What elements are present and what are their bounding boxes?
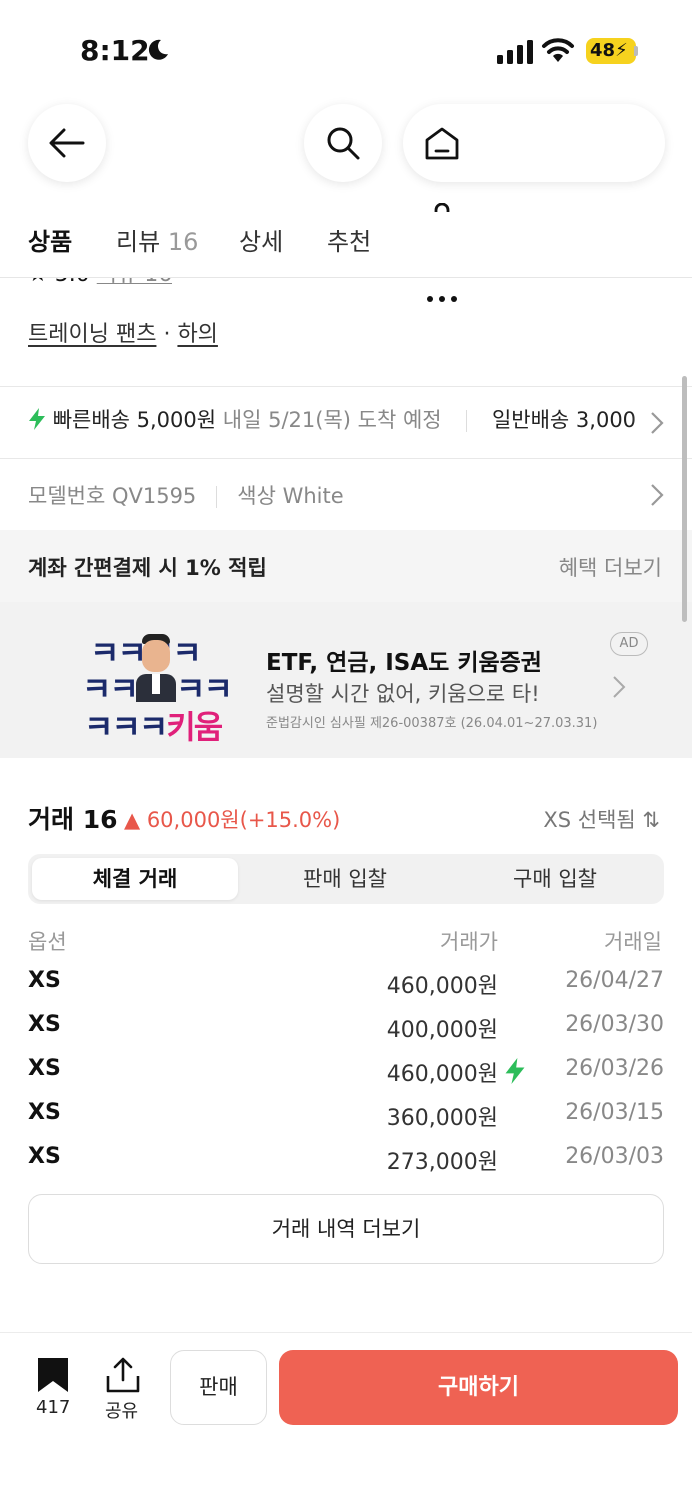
bookmark-icon[interactable] [37,1357,69,1393]
ad-logo-line: ㅋㅋㅋ [84,708,168,746]
subcategory-link[interactable]: 하의 [177,322,217,347]
category-separator: · [163,322,171,347]
home-button[interactable] [403,104,481,182]
shipping-separator [466,410,468,432]
nav-pill [403,104,665,302]
back-button[interactable] [28,104,106,182]
row-date: 26/03/26 [565,1056,664,1081]
model-number: 모델번호 QV1595 [28,484,197,508]
trade-title: 거래 16 [28,805,118,834]
table-row: XS 273,000원 26/03/03 [28,1144,664,1184]
trade-history-more-button[interactable]: 거래 내역 더보기 [28,1194,664,1264]
row-price: 460,000원 [386,1062,498,1087]
category-breadcrumb: 트레이닝 팬츠 · 하의 [28,316,218,348]
color-label: 색상 White [237,484,344,508]
shipping-row[interactable]: 빠른배송 5,000원 내일 5/21(목) 도착 예정 일반배송 3,000 [28,404,692,444]
battery-indicator: 48⚡ [586,38,636,64]
ad-logo: ㅋㅋㅋㅋ ㅋㅋ ㅋㅋ ㅋㅋㅋ키움 [82,628,233,746]
row-option: XS [28,968,61,993]
row-price: 460,000원 [386,974,498,999]
table-row: XS 360,000원 26/03/15 [28,1100,664,1140]
bolt-icon [505,1058,525,1084]
row-option: XS [28,1056,61,1081]
ad-legal-text: 준법감시인 심사필 제26-00387호 (26.04.01~27.03.31) [266,716,598,731]
ad-person-image [134,634,178,702]
tab-recommend[interactable]: 추천 [327,222,371,257]
row-option: XS [28,1144,61,1169]
battery-level: 48 [590,40,616,61]
row-date: 26/04/27 [565,968,664,993]
header-date: 거래일 [604,930,662,954]
row-price: 360,000원 [386,1106,498,1131]
table-row: XS 460,000원 26/04/27 [28,968,664,1008]
tab-detail[interactable]: 상세 [239,222,283,257]
row-date: 26/03/03 [565,1144,664,1169]
category-link[interactable]: 트레이닝 팬츠 [28,322,156,347]
ad-badge: AD [610,632,648,656]
fast-shipping-label: 빠른배송 5,000원 [52,408,217,432]
signal-icon [497,40,533,64]
row-date: 26/03/15 [565,1100,664,1125]
header-price: 거래가 [440,930,498,954]
search-icon [327,127,360,160]
size-selector[interactable]: XS 선택됨 ⇅ [543,804,660,834]
bookmark-count: 417 [36,1397,71,1418]
table-row: XS 400,000원 26/03/30 [28,1012,664,1052]
model-separator [216,486,218,508]
segment-sell-bids[interactable]: 판매 입찰 [242,858,448,900]
ad-logo-brand: 키움 [166,708,223,746]
row-date: 26/03/30 [565,1012,664,1037]
segment-executed[interactable]: 체결 거래 [32,858,238,900]
back-arrow-icon [49,128,85,158]
more-icon [427,296,457,302]
ad-subtitle: 설명할 시간 없어, 키움으로 타! [266,682,540,706]
home-icon [425,127,459,160]
price-change: ▲ 60,000원(+15.0%) [124,808,341,832]
status-time: 8:12 [80,34,150,67]
divider [0,386,692,387]
chevron-right-icon[interactable] [650,483,664,507]
table-row: XS 460,000원 26/03/26 [28,1056,664,1096]
trade-segment-control: 체결 거래 판매 입찰 구매 입찰 [28,854,664,904]
share-label: 공유 [105,1401,139,1422]
ad-title: ETF, 연금, ISA도 키움증권 [266,650,542,676]
segment-buy-bids[interactable]: 구매 입찰 [452,858,658,900]
tab-review[interactable]: 리뷰 16 [116,222,198,257]
battery-tip [634,46,638,56]
bolt-icon [29,408,45,430]
ad-chevron-right-icon [613,676,626,698]
divider [0,458,692,459]
moon-icon [148,39,168,60]
fast-shipping-eta: 내일 5/21(목) 도착 예정 [222,408,442,432]
tab-product[interactable]: 상품 [28,222,72,257]
normal-shipping-label: 일반배송 3,000 [491,408,637,432]
wifi-icon [542,38,574,62]
chevron-right-icon[interactable] [650,411,664,435]
share-icon[interactable] [104,1356,142,1394]
row-option: XS [28,1100,61,1125]
sell-button[interactable]: 판매 [170,1350,267,1425]
payment-benefit-text: 계좌 간편결제 시 1% 적립 [28,556,267,580]
row-price: 400,000원 [386,1018,498,1043]
product-tabs: 상품 리뷰 16 상세 추천 [0,212,692,278]
scrollbar[interactable] [682,376,687,622]
tab-review-count: 16 [167,228,199,256]
benefit-more-link[interactable]: 혜택 더보기 [559,552,662,582]
search-button[interactable] [304,104,382,182]
model-row[interactable]: 모델번호 QV1595 색상 White [28,480,344,510]
header-option: 옵션 [28,930,67,954]
row-price: 273,000원 [386,1150,498,1175]
buy-button[interactable]: 구매하기 [279,1350,678,1425]
row-option: XS [28,1012,61,1037]
charging-bolt-icon: ⚡ [615,40,628,61]
